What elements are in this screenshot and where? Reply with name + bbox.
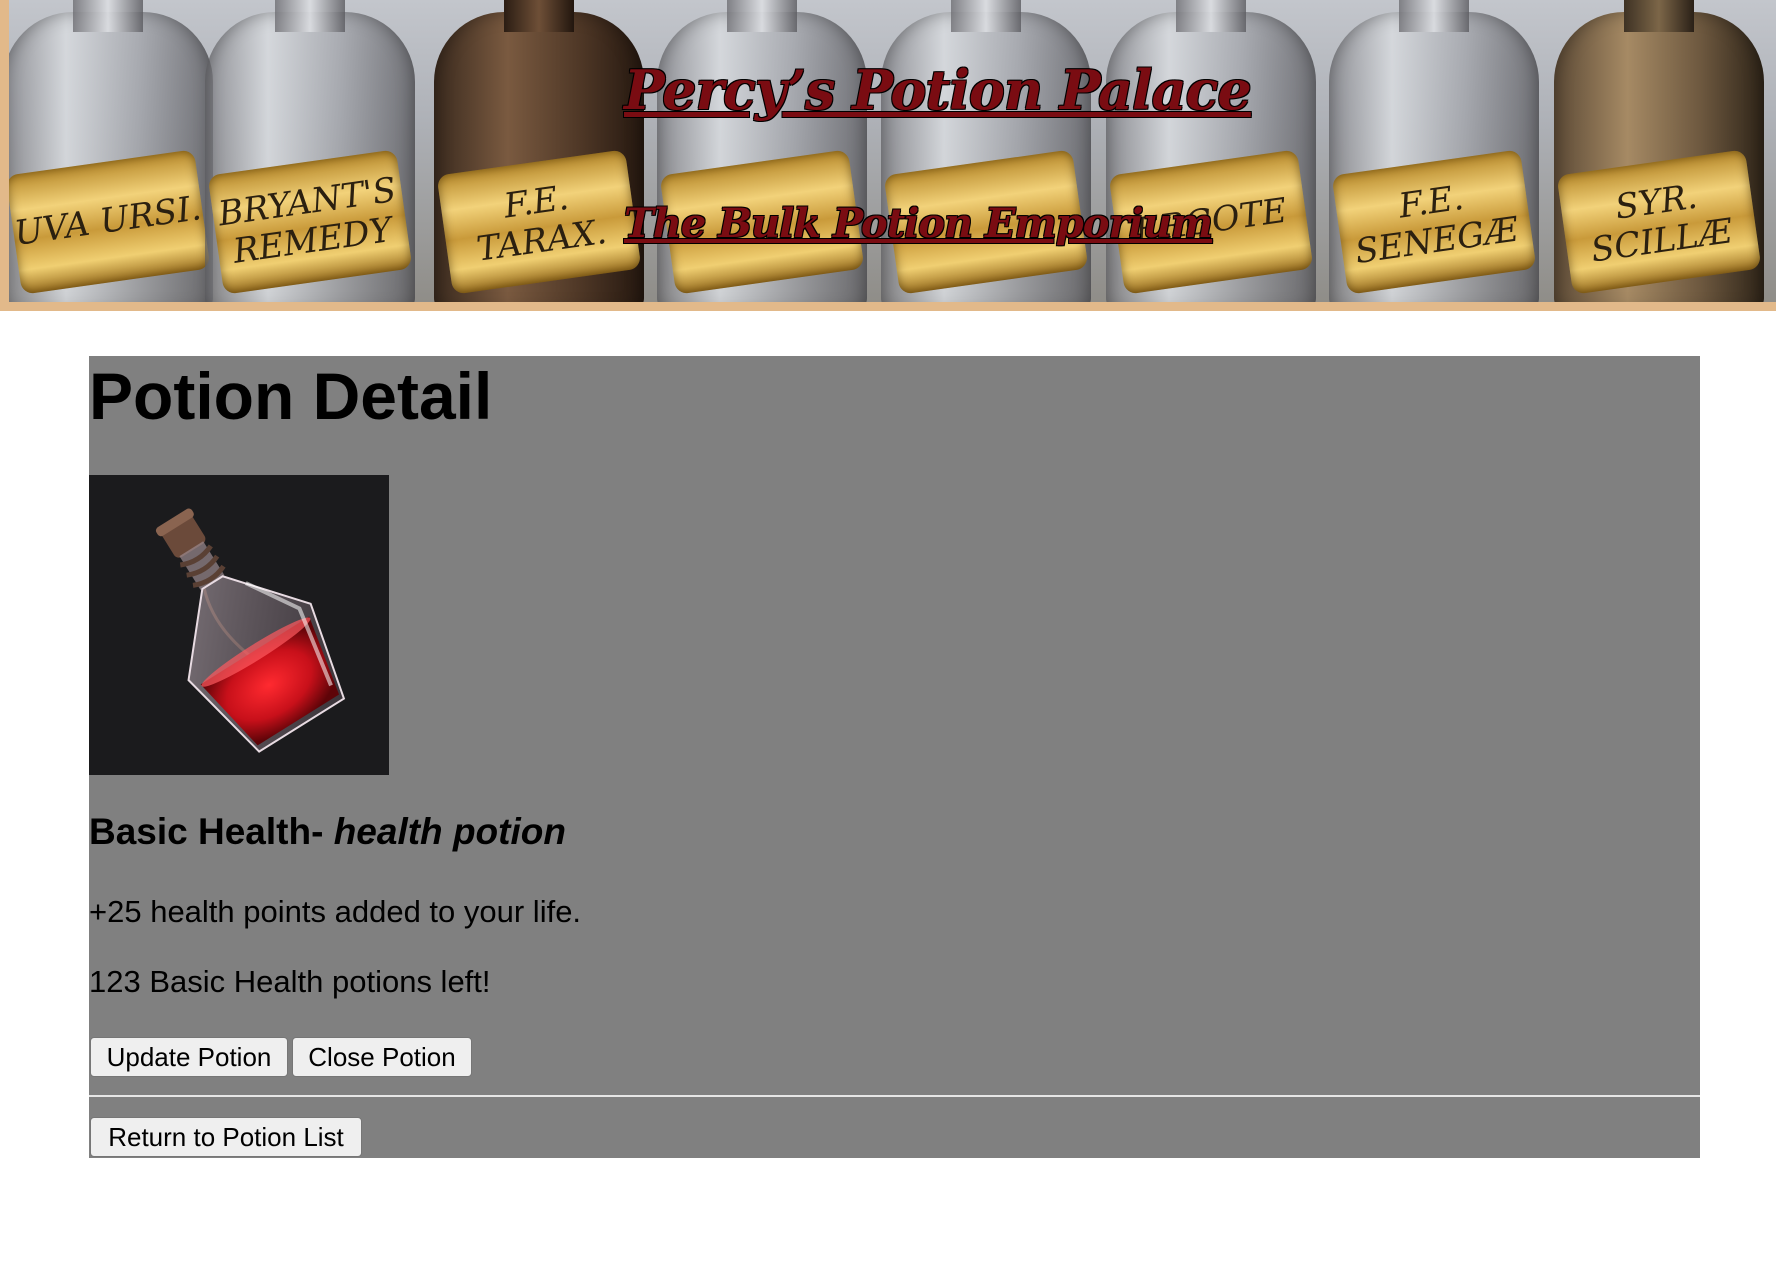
divider	[89, 1095, 1700, 1097]
bottle: ERGOTE	[1106, 0, 1316, 302]
bottle	[881, 0, 1091, 302]
bottle	[657, 0, 867, 302]
potion-description: +25 health points added to your life.	[89, 894, 582, 929]
potion-image	[89, 475, 389, 775]
return-to-potion-list-button[interactable]: Return to Potion List	[90, 1117, 362, 1157]
bottle-neck	[275, 0, 345, 32]
bottle-label: F.E. SENEGÆ	[1331, 149, 1537, 295]
bottle-neck	[727, 0, 797, 32]
potion-type: health potion	[333, 811, 566, 852]
bottle-label: F.E. TARAX.	[436, 149, 642, 295]
page-title: Potion Detail	[89, 359, 493, 433]
bottle-label: UVA URSI.	[9, 149, 211, 295]
site-title: Percy’s Potion Palace	[624, 58, 1252, 122]
red-potion-bottle-icon	[155, 508, 346, 753]
update-potion-button[interactable]: Update Potion	[90, 1037, 288, 1077]
bottle-neck	[1399, 0, 1469, 32]
bottle-neck	[1624, 0, 1694, 32]
bottle-label: SYR. SCILLÆ	[1556, 149, 1762, 295]
bottle: UVA URSI.	[9, 0, 213, 302]
site-subtitle: The Bulk Potion Emporium	[624, 200, 1213, 247]
potion-name-heading: Basic Health- health potion	[89, 811, 566, 853]
potion-detail-panel: Potion Detail Basic Health- health potio…	[89, 356, 1700, 1158]
banner-image: UVA URSI. BRYANT'S REMEDY F.E. TARAX. ER…	[9, 0, 1776, 302]
bottle-label: BRYANT'S REMEDY	[207, 149, 413, 295]
potion-name: Basic Health-	[89, 811, 324, 852]
bottle: F.E. SENEGÆ	[1329, 0, 1539, 302]
bottle-neck	[1176, 0, 1246, 32]
bottle-neck	[504, 0, 574, 32]
bottle: F.E. TARAX.	[434, 0, 644, 302]
potion-stock-count: 123 Basic Health potions left!	[89, 964, 491, 999]
bottle-neck	[951, 0, 1021, 32]
bottle: BRYANT'S REMEDY	[205, 0, 415, 302]
bottle-neck	[73, 0, 143, 32]
header-banner: UVA URSI. BRYANT'S REMEDY F.E. TARAX. ER…	[0, 0, 1776, 311]
close-potion-button[interactable]: Close Potion	[292, 1037, 472, 1077]
bottle: SYR. SCILLÆ	[1554, 0, 1764, 302]
